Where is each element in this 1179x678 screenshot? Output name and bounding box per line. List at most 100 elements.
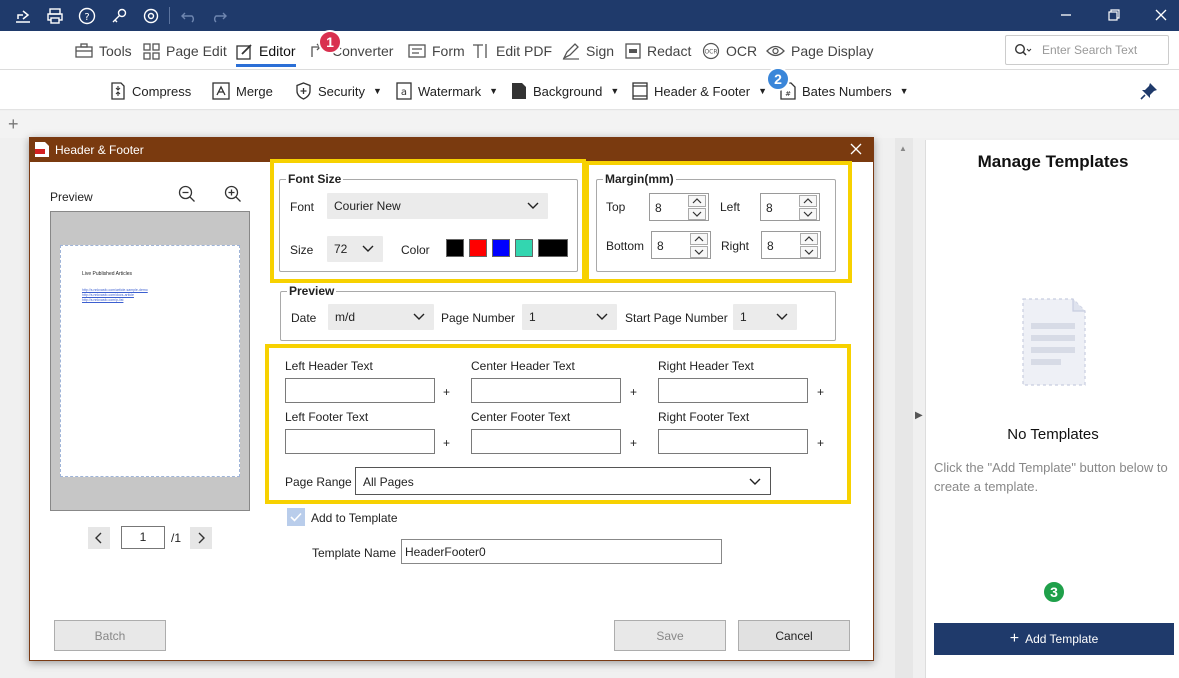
spin-up-icon[interactable] (690, 233, 708, 245)
nav-ocr[interactable]: OCR OCR (702, 40, 757, 62)
merge-button[interactable]: Merge (212, 80, 273, 102)
left-header-input[interactable] (285, 378, 435, 403)
save-button[interactable]: Save (614, 620, 726, 651)
page-number-label: Page Number (441, 311, 516, 325)
margin-left-value: 8 (766, 201, 773, 215)
batch-button[interactable]: Batch (54, 620, 166, 651)
cancel-button[interactable]: Cancel (738, 620, 850, 651)
font-select[interactable]: Courier New (327, 193, 548, 219)
nav-editor[interactable]: Editor (236, 40, 296, 62)
page-number-input[interactable]: 1 (121, 526, 165, 549)
background-dropdown[interactable]: Background ▼ (511, 80, 619, 102)
start-page-number-select[interactable]: 1 (733, 304, 797, 330)
spin-down-icon[interactable] (688, 208, 706, 220)
merge-icon (212, 82, 230, 100)
add-template-label: Add Template (1025, 632, 1099, 646)
next-page-button[interactable] (190, 527, 212, 549)
text-edit-icon (473, 44, 487, 58)
color-swatch-red[interactable] (469, 239, 487, 257)
page-edit-icon (143, 42, 160, 60)
date-format-select[interactable]: m/d (328, 304, 434, 330)
nav-page-edit[interactable]: Page Edit (143, 40, 227, 62)
color-picker[interactable] (538, 239, 568, 257)
margin-right-spinner[interactable]: 8 (761, 231, 821, 259)
security-dropdown[interactable]: Security ▼ (295, 80, 382, 102)
undo-icon[interactable] (178, 5, 200, 27)
center-footer-insert-button[interactable]: + (630, 436, 637, 450)
nav-edit-pdf[interactable]: Edit PDF (472, 40, 552, 62)
nav-page-display[interactable]: Page Display (766, 40, 874, 62)
chevron-down-icon: ▼ (610, 86, 620, 96)
center-footer-label: Center Footer Text (471, 410, 571, 424)
right-footer-insert-button[interactable]: + (817, 436, 824, 450)
spin-down-icon[interactable] (800, 246, 818, 258)
dialog-close-icon[interactable] (850, 143, 862, 155)
nav-redact[interactable]: Redact (625, 40, 691, 62)
spin-down-icon[interactable] (690, 246, 708, 258)
nav-ocr-label: OCR (726, 43, 758, 59)
size-select-value: 72 (334, 242, 348, 256)
zoom-out-icon[interactable] (178, 185, 196, 203)
page-number-select[interactable]: 1 (522, 304, 617, 330)
scroll-up-icon[interactable]: ▲ (899, 144, 907, 153)
nav-form[interactable]: Form (408, 40, 465, 62)
margin-left-spinner[interactable]: 8 (760, 193, 820, 221)
prev-page-button[interactable] (88, 527, 110, 549)
page-range-select[interactable]: All Pages (355, 467, 771, 495)
sign-icon (562, 42, 579, 60)
preview-page-heading: Live Published Articles (82, 271, 133, 277)
margin-top-spinner[interactable]: 8 (649, 193, 709, 221)
shield-icon (296, 82, 311, 100)
background-icon (512, 83, 526, 99)
key-icon[interactable] (108, 5, 130, 27)
watermark-dropdown[interactable]: a Watermark ▼ (396, 80, 498, 102)
pin-icon[interactable] (1140, 82, 1158, 100)
template-name-input[interactable]: HeaderFooter0 (401, 539, 722, 564)
redo-icon[interactable] (208, 5, 230, 27)
close-icon[interactable] (1148, 3, 1174, 27)
left-footer-insert-button[interactable]: + (443, 436, 450, 450)
svg-text:a: a (401, 87, 407, 98)
left-header-insert-button[interactable]: + (443, 385, 450, 399)
nav-tools[interactable]: Tools (75, 40, 132, 62)
center-footer-input[interactable] (471, 429, 621, 454)
bates-numbers-dropdown[interactable]: # Bates Numbers ▼ (780, 80, 909, 102)
right-footer-input[interactable] (658, 429, 808, 454)
right-header-insert-button[interactable]: + (817, 385, 824, 399)
print-icon[interactable] (44, 5, 66, 27)
compress-button[interactable]: Compress (110, 80, 191, 102)
color-swatch-teal[interactable] (515, 239, 533, 257)
add-to-template-checkbox[interactable] (287, 508, 305, 526)
help-icon[interactable]: ? (76, 5, 98, 27)
left-footer-input[interactable] (285, 429, 435, 454)
spin-up-icon[interactable] (799, 195, 817, 207)
color-swatch-blue[interactable] (492, 239, 510, 257)
settings-icon[interactable] (140, 5, 162, 27)
vertical-scrollbar[interactable]: ▲ (895, 138, 913, 678)
panel-expand-icon[interactable]: ▶ (915, 410, 923, 421)
center-header-input[interactable] (471, 378, 621, 403)
search-input[interactable]: Enter Search Text (1005, 35, 1169, 65)
chevron-down-icon (776, 313, 788, 320)
size-select[interactable]: 72 (327, 236, 383, 262)
minimize-icon[interactable] (1053, 3, 1079, 27)
header-footer-dialog: Header & Footer Preview Live Published A… (29, 137, 874, 661)
color-swatch-black[interactable] (446, 239, 464, 257)
restore-icon[interactable] (1101, 3, 1127, 27)
new-tab-plus-icon[interactable]: + (8, 114, 19, 135)
right-header-input[interactable] (658, 378, 808, 403)
add-template-button[interactable]: + Add Template (934, 623, 1174, 655)
zoom-in-icon[interactable] (224, 185, 242, 203)
svg-text:OCR: OCR (704, 49, 717, 56)
margin-bottom-value: 8 (657, 239, 664, 253)
share-icon[interactable] (12, 5, 34, 27)
merge-label: Merge (236, 83, 273, 99)
spin-up-icon[interactable] (688, 195, 706, 207)
spin-up-icon[interactable] (800, 233, 818, 245)
nav-sign[interactable]: Sign (562, 40, 614, 62)
spin-down-icon[interactable] (799, 208, 817, 220)
header-footer-dropdown[interactable]: Header & Footer ▼ (632, 80, 767, 102)
center-header-insert-button[interactable]: + (630, 385, 637, 399)
chevron-down-icon (362, 245, 374, 252)
margin-bottom-spinner[interactable]: 8 (651, 231, 711, 259)
